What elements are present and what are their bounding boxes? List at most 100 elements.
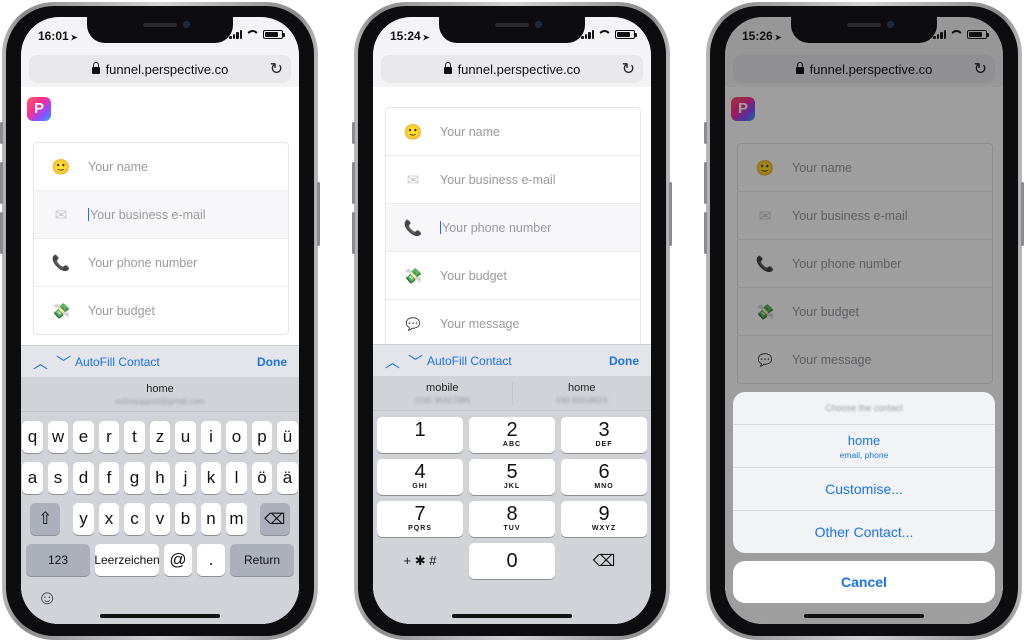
- emoji-icon[interactable]: ☺: [37, 587, 57, 610]
- reload-icon[interactable]: ↻: [622, 59, 635, 79]
- lock-icon: [443, 61, 452, 74]
- key-letter[interactable]: u: [175, 421, 196, 453]
- reload-icon[interactable]: ↻: [270, 59, 283, 79]
- at-key[interactable]: @: [164, 544, 192, 576]
- location-icon: ➤: [422, 33, 430, 42]
- key-digit[interactable]: 9 WXYZ: [561, 501, 647, 537]
- budget-field[interactable]: 💸 Your budget: [386, 252, 640, 300]
- previous-field-icon[interactable]: ︿: [33, 352, 48, 373]
- key-letter[interactable]: o: [226, 421, 247, 453]
- key-letter[interactable]: k: [200, 462, 222, 494]
- key-letter[interactable]: i: [200, 421, 222, 453]
- perspective-logo: P: [27, 97, 51, 121]
- key-0[interactable]: 0: [469, 543, 555, 579]
- option-home-sub: email, phone: [839, 449, 889, 460]
- key-letter[interactable]: ü: [277, 421, 298, 453]
- location-icon: ➤: [70, 33, 78, 42]
- letters-label: DEF: [595, 441, 613, 448]
- key-letter[interactable]: v: [149, 503, 171, 535]
- key-letter[interactable]: s: [47, 462, 69, 494]
- budget-field[interactable]: 💸 Your budget: [34, 287, 288, 334]
- key-letter[interactable]: j: [175, 462, 196, 494]
- shift-key[interactable]: ⇧: [30, 503, 61, 535]
- status-icons: [933, 30, 989, 39]
- suggestion-mobile[interactable]: mobile 0160 96417889: [373, 381, 513, 405]
- key-letter[interactable]: x: [98, 503, 120, 535]
- key-letter[interactable]: ö: [251, 462, 273, 494]
- key-digit[interactable]: 7 PQRS: [377, 501, 463, 537]
- symbols-key[interactable]: + ✱ #: [377, 543, 463, 579]
- key-letter[interactable]: z: [149, 421, 171, 453]
- letters-label: TUV: [503, 525, 521, 532]
- phone-field[interactable]: 📞 Your phone number: [34, 239, 288, 287]
- phone-field[interactable]: 📞 Your phone number: [386, 204, 640, 252]
- key-letter[interactable]: q: [22, 421, 43, 453]
- home-indicator: [452, 614, 572, 618]
- suggestion-home[interactable]: home 030 50018023: [513, 382, 652, 405]
- key-letter[interactable]: h: [149, 462, 171, 494]
- delete-key[interactable]: ⌫: [259, 503, 290, 535]
- name-field[interactable]: 🙂 Your name: [34, 143, 288, 191]
- previous-field-icon[interactable]: ︿: [385, 351, 400, 372]
- done-button[interactable]: Done: [257, 355, 287, 369]
- delete-key[interactable]: ⌫: [561, 543, 647, 579]
- key-digit[interactable]: 4 GHI: [377, 459, 463, 495]
- key-letter[interactable]: b: [175, 503, 196, 535]
- volume-up-button: [352, 162, 355, 204]
- key-letter[interactable]: n: [200, 503, 222, 535]
- key-digit[interactable]: 8 TUV: [469, 501, 555, 537]
- key-letter[interactable]: f: [98, 462, 120, 494]
- key-digit[interactable]: 1: [377, 417, 463, 453]
- address-bar[interactable]: funnel.perspective.co ↻: [29, 55, 291, 83]
- autofill-contact-button[interactable]: AutoFill Contact: [75, 355, 160, 369]
- letters-label: WXYZ: [591, 525, 617, 532]
- next-field-icon[interactable]: ﹀: [56, 352, 71, 373]
- done-button[interactable]: Done: [609, 354, 639, 368]
- dot-key[interactable]: .: [197, 544, 225, 576]
- key-letter[interactable]: ä: [277, 462, 298, 494]
- numbers-key[interactable]: 123: [26, 544, 90, 576]
- autofill-contact-button[interactable]: AutoFill Contact: [427, 354, 512, 368]
- letter-keys-row-3: yxcvbnm: [73, 503, 247, 535]
- key-letter[interactable]: g: [124, 462, 145, 494]
- status-time: 16:01 ➤: [38, 29, 78, 43]
- key-letter[interactable]: y: [73, 503, 94, 535]
- letters-label: JKL: [503, 483, 521, 490]
- email-field[interactable]: ✉ Your business e-mail: [34, 191, 288, 239]
- key-digit[interactable]: 5 JKL: [469, 459, 555, 495]
- name-field[interactable]: 🙂 Your name: [386, 108, 640, 156]
- address-bar[interactable]: funnel.perspective.co ↻: [381, 55, 643, 83]
- cancel-button[interactable]: Cancel: [733, 561, 995, 603]
- space-key[interactable]: Leerzeichen: [94, 544, 160, 576]
- contact-option-home[interactable]: home email, phone: [733, 424, 995, 467]
- suggestion-label: home: [146, 382, 174, 395]
- key-digit[interactable]: 3 DEF: [561, 417, 647, 453]
- suggestion-home-email[interactable]: home echosupport@gmail.com: [21, 383, 299, 406]
- battery-icon: [615, 30, 637, 39]
- other-contact-option[interactable]: Other Contact...: [733, 510, 995, 553]
- customise-option[interactable]: Customise...: [733, 467, 995, 510]
- notch: [439, 17, 585, 43]
- message-field[interactable]: 💬 Your message: [386, 300, 640, 347]
- key-digit[interactable]: 2 ABC: [469, 417, 555, 453]
- key-digit[interactable]: 6 MNO: [561, 459, 647, 495]
- key-letter[interactable]: e: [73, 421, 94, 453]
- key-letter[interactable]: w: [47, 421, 69, 453]
- screen-3: 15:26 ➤ funnel.perspective.co ↻ P 🙂 Your n…: [725, 17, 1003, 624]
- key-letter[interactable]: l: [226, 462, 247, 494]
- next-field-icon[interactable]: ﹀: [408, 351, 423, 372]
- return-key[interactable]: Return: [230, 544, 294, 576]
- volume-up-button: [704, 162, 707, 204]
- key-letter[interactable]: r: [98, 421, 120, 453]
- key-letter[interactable]: p: [251, 421, 273, 453]
- email-field[interactable]: ✉ Your business e-mail: [386, 156, 640, 204]
- location-icon: ➤: [774, 33, 782, 42]
- key-letter[interactable]: a: [22, 462, 43, 494]
- key-letter[interactable]: m: [226, 503, 247, 535]
- key-letter[interactable]: t: [124, 421, 145, 453]
- key-letter[interactable]: c: [124, 503, 145, 535]
- letters-label: GHI: [412, 483, 428, 490]
- message-placeholder: Your message: [440, 316, 520, 331]
- screen-2: 15:24 ➤ funnel.perspective.co ↻ 🙂 Your nam…: [373, 17, 651, 624]
- key-letter[interactable]: d: [73, 462, 94, 494]
